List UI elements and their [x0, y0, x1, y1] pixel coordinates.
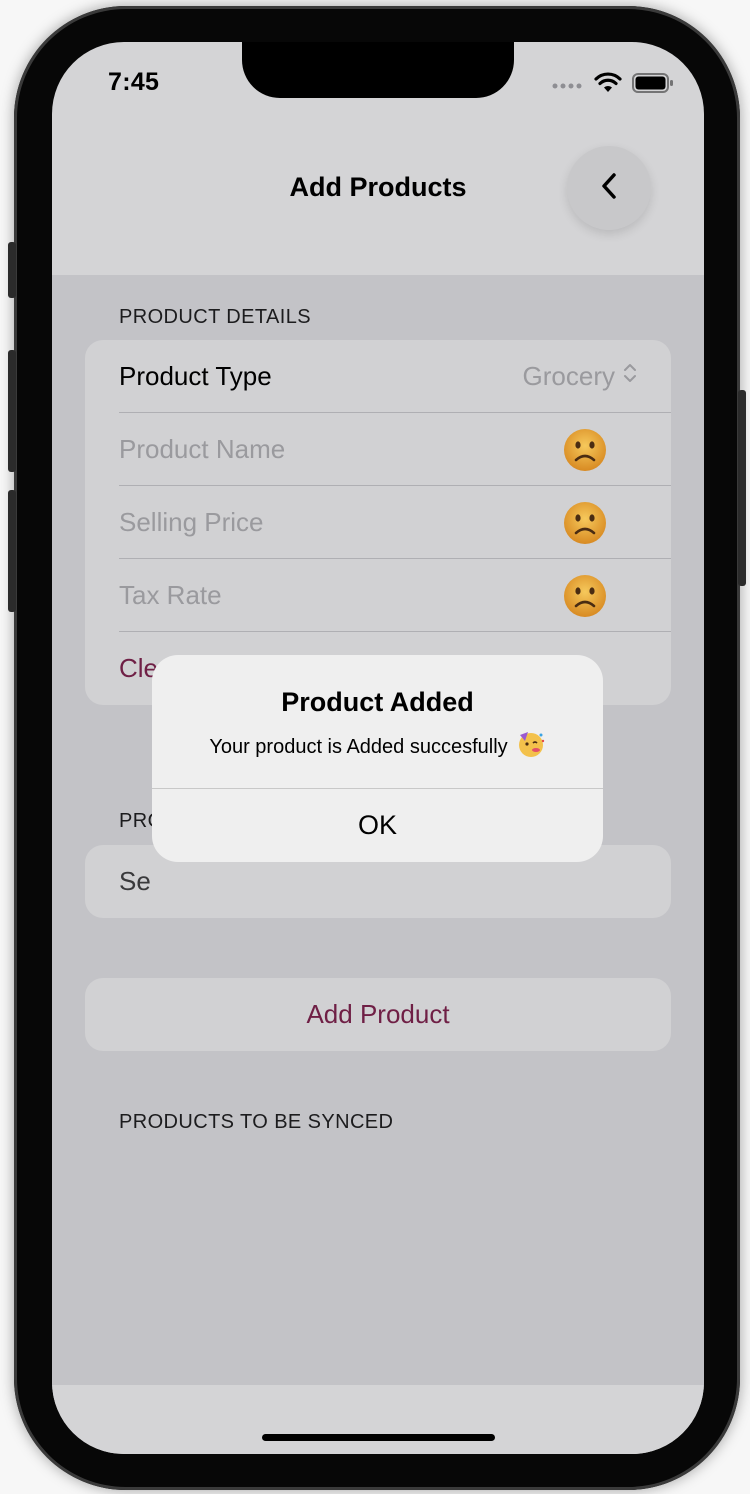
product-type-value: Grocery — [522, 361, 615, 391]
screen: 7:45 Add Products PRODUCT DETAILS Produc… — [52, 42, 704, 1454]
partying-face-icon — [516, 729, 546, 765]
status-time: 7:45 — [108, 68, 160, 96]
bottom-safe-area — [52, 1385, 704, 1454]
selling-price-field[interactable]: Selling Price — [85, 486, 671, 559]
product-name-placeholder: Product Name — [119, 434, 286, 464]
navigation-bar: Add Products — [52, 132, 704, 275]
product-details-card: Product Type Grocery Product Name Sellin… — [85, 340, 671, 705]
alert-title: Product Added — [281, 687, 474, 717]
product-type-picker[interactable]: Product Type Grocery — [85, 340, 671, 413]
frowning-face-icon — [563, 428, 607, 479]
wifi-icon — [594, 72, 622, 99]
section-header-product-details: PRODUCT DETAILS — [119, 306, 311, 328]
mute-switch — [8, 242, 16, 298]
product-type-value-group: Grocery — [523, 361, 637, 392]
tax-rate-field[interactable]: Tax Rate — [85, 559, 671, 632]
power-button — [738, 390, 746, 586]
status-bar: 7:45 — [52, 42, 704, 132]
selling-price-placeholder: Selling Price — [119, 507, 264, 537]
chevron-left-icon — [599, 171, 619, 206]
home-indicator[interactable] — [262, 1434, 495, 1441]
product-type-label: Product Type — [119, 361, 272, 391]
status-icons — [552, 72, 674, 99]
alert-ok-button[interactable]: OK — [152, 789, 603, 862]
cellular-signal-icon — [552, 77, 584, 95]
notch — [242, 42, 514, 98]
back-button[interactable] — [567, 146, 651, 230]
add-product-button[interactable]: Add Product — [85, 978, 671, 1051]
product-name-field[interactable]: Product Name — [85, 413, 671, 486]
volume-up-button — [8, 350, 16, 472]
frowning-face-icon — [563, 574, 607, 625]
alert-message-group: Your product is Added succesfully — [152, 729, 603, 765]
battery-icon — [632, 72, 674, 99]
alert-dialog: Product Added Your product is Added succ… — [152, 655, 603, 862]
tax-rate-placeholder: Tax Rate — [119, 580, 222, 610]
secondary-row-label: Se — [119, 866, 151, 896]
section-header-products-to-sync: PRODUCTS TO BE SYNCED — [119, 1111, 394, 1133]
volume-down-button — [8, 490, 16, 612]
chevron-up-down-icon — [623, 361, 637, 392]
add-product-card: Add Product — [85, 978, 671, 1051]
frowning-face-icon — [563, 501, 607, 552]
alert-message: Your product is Added succesfully — [209, 735, 508, 758]
